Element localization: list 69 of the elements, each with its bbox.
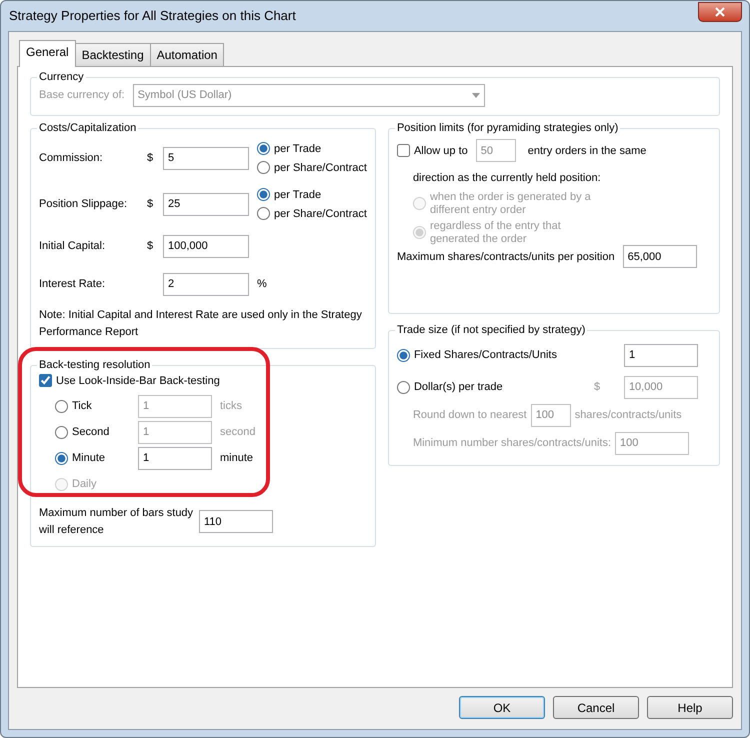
input-field[interactable]: 100,000 bbox=[163, 234, 249, 258]
currency-symbol: $ bbox=[147, 151, 154, 166]
field-label: Position Slippage: bbox=[39, 197, 128, 212]
radio-label: Dollar(s) per trade bbox=[414, 380, 504, 396]
unit-label: second bbox=[220, 424, 256, 440]
radio-button[interactable] bbox=[257, 207, 270, 220]
radio-label: per Share/Contract bbox=[274, 160, 367, 176]
field-label: direction as the currently held position: bbox=[412, 171, 602, 186]
checkbox-label: Use Look-Inside-Bar Back-testing bbox=[56, 374, 220, 389]
unit-label: minute bbox=[220, 450, 254, 466]
radio-label: Daily bbox=[72, 476, 98, 492]
radio-label: Fixed Shares/Contracts/Units bbox=[414, 348, 558, 364]
radio-label: per Trade bbox=[274, 188, 322, 203]
unit-label: shares/contracts/units bbox=[574, 408, 682, 424]
radio-label: per Share/Contract bbox=[274, 206, 367, 222]
tab[interactable]: Backtesting bbox=[74, 43, 151, 66]
field-label: entry orders in the same bbox=[528, 144, 646, 159]
tab[interactable]: Automation bbox=[150, 43, 224, 66]
unit-label: ticks bbox=[220, 398, 242, 414]
radio-label: when the order is generated by a different entry order bbox=[430, 190, 592, 216]
currency-symbol: $ bbox=[594, 380, 602, 396]
note-text: Note: Initial Capital and Interest Rate are used only in the Strategy Performance Report bbox=[39, 308, 363, 340]
input-field[interactable]: 1 bbox=[624, 344, 698, 367]
checkbox[interactable] bbox=[396, 144, 410, 158]
radio-label: Minute bbox=[72, 450, 106, 466]
field-label: Initial Capital: bbox=[39, 239, 106, 254]
checkbox[interactable] bbox=[39, 374, 52, 388]
radio-button[interactable] bbox=[55, 452, 68, 465]
close-button[interactable] bbox=[698, 2, 742, 22]
radio-button[interactable] bbox=[55, 400, 68, 413]
input-field[interactable]: 25 bbox=[163, 192, 249, 216]
group-title: Trade size (if not specified by strategy) bbox=[396, 324, 586, 338]
dialog-button[interactable]: OK bbox=[459, 696, 545, 719]
field-label: Minimum number shares/contracts/units: bbox=[412, 436, 612, 452]
group-title: Costs/Capitalization bbox=[38, 122, 138, 136]
window-title: Strategy Properties for All Strategies on this Chart bbox=[8, 7, 296, 26]
radio-button[interactable] bbox=[396, 380, 410, 394]
group-title: Back-testing resolution bbox=[38, 359, 152, 373]
radio-button[interactable] bbox=[55, 426, 68, 439]
group-title: Currency bbox=[38, 71, 85, 84]
dialog-button[interactable]: Help bbox=[647, 696, 733, 719]
radio-button[interactable] bbox=[257, 142, 270, 156]
group-title: Position limits (for pyramiding strategies only) bbox=[396, 122, 620, 136]
caret-icon bbox=[472, 93, 480, 98]
dialog-button[interactable]: Cancel bbox=[553, 696, 639, 719]
radio-label: per Trade bbox=[274, 142, 322, 157]
radio-button[interactable] bbox=[257, 188, 270, 202]
field-label: Commission: bbox=[39, 151, 104, 166]
field-label: Interest Rate: bbox=[39, 277, 106, 292]
input-field[interactable]: 110 bbox=[199, 510, 273, 534]
checkbox-label: Allow up to bbox=[414, 144, 468, 159]
field-label: Maximum number of bars study will reference bbox=[39, 506, 194, 538]
field-label: Base currency of: bbox=[39, 88, 125, 104]
close-icon bbox=[715, 7, 725, 17]
field-label: Maximum shares/contracts/units per position bbox=[396, 250, 615, 265]
radio-label: Second bbox=[72, 424, 110, 440]
input-field[interactable]: 1 bbox=[138, 446, 212, 470]
tab[interactable]: General bbox=[19, 40, 76, 67]
input-field[interactable]: 65,000 bbox=[622, 245, 697, 268]
radio-button[interactable] bbox=[257, 161, 270, 174]
radio-button[interactable] bbox=[396, 348, 410, 362]
radio-label: regardless of the entry that generated the order bbox=[430, 220, 562, 246]
currency-symbol: $ bbox=[147, 239, 154, 254]
unit-label: % bbox=[257, 277, 267, 292]
input-field[interactable]: 2 bbox=[163, 272, 249, 296]
field-label: Round down to nearest bbox=[412, 408, 527, 424]
input-field[interactable]: 5 bbox=[163, 146, 249, 170]
currency-symbol: $ bbox=[147, 197, 154, 212]
radio-label: Tick bbox=[72, 398, 93, 414]
